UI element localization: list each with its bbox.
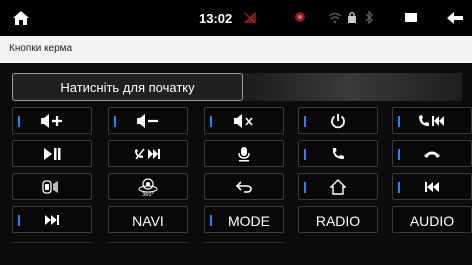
key-camera-360[interactable]: 360° [108, 173, 188, 200]
key-voice[interactable] [204, 140, 284, 167]
key-hangup[interactable] [392, 140, 472, 167]
key-home[interactable] [298, 173, 378, 200]
next-row-edge [204, 242, 284, 245]
home-icon[interactable] [12, 10, 30, 26]
key-indicator [398, 116, 400, 127]
back-arrow-icon[interactable] [446, 10, 464, 26]
next-row-edge [108, 242, 188, 245]
hangup-next-icon [135, 148, 160, 159]
key-volume-up[interactable] [12, 107, 92, 134]
svg-text:360°: 360° [142, 192, 155, 197]
mute-icon [234, 113, 253, 128]
prev-track-icon [425, 181, 439, 192]
key-mode[interactable]: MODE [204, 206, 284, 233]
next-row-edge [12, 242, 92, 245]
key-navi[interactable]: NAVI [108, 206, 188, 233]
no-signal-icon [244, 12, 256, 24]
key-navi-label: NAVI [132, 213, 164, 229]
key-prev-track[interactable] [392, 173, 472, 200]
bluetooth-icon [365, 11, 373, 24]
clock: 13:02 [199, 11, 233, 26]
key-indicator [18, 215, 20, 226]
key-power[interactable] [298, 107, 378, 134]
key-indicator [304, 116, 306, 127]
next-track-icon [45, 214, 59, 225]
home-outline-icon [330, 178, 346, 195]
key-audio[interactable]: AUDIO [392, 206, 472, 233]
window-icon [405, 13, 417, 22]
key-indicator [210, 116, 212, 127]
hangup-icon [424, 151, 440, 158]
key-indicator [304, 149, 306, 160]
call-prev-icon [419, 114, 444, 126]
key-mode-label: MODE [228, 213, 270, 229]
wifi-icon [328, 12, 342, 24]
key-play-pause[interactable] [12, 140, 92, 167]
key-indicator [398, 182, 400, 193]
power-icon [331, 113, 345, 128]
key-car-speaker[interactable] [12, 173, 92, 200]
key-audio-label: AUDIO [409, 213, 455, 229]
page-header: Кнопки керма [0, 36, 472, 63]
mic-icon [238, 146, 250, 161]
key-indicator [398, 149, 400, 160]
volume-down-icon [137, 113, 158, 128]
key-return[interactable] [204, 173, 284, 200]
key-call-prev[interactable] [392, 107, 472, 134]
key-answer[interactable] [298, 140, 378, 167]
gps-icon [295, 12, 305, 22]
phone-icon [332, 147, 344, 159]
page-title: Кнопки керма [9, 43, 73, 54]
status-bar: 13:02 [0, 0, 472, 36]
key-radio-label: RADIO [315, 213, 361, 229]
key-next-track[interactable] [12, 206, 92, 233]
key-indicator [304, 182, 306, 193]
key-mute[interactable] [204, 107, 284, 134]
car-speaker-icon [42, 179, 58, 194]
volume-up-icon [41, 113, 62, 128]
key-volume-down[interactable] [108, 107, 188, 134]
start-button-label: Натисніть для початку [60, 80, 195, 95]
lock-icon [348, 11, 356, 23]
key-indicator [114, 116, 116, 127]
return-icon [236, 180, 252, 193]
key-hangup-next[interactable] [108, 140, 188, 167]
camera-360-icon: 360° [138, 177, 158, 197]
play-pause-icon [44, 147, 61, 160]
key-radio[interactable]: RADIO [298, 206, 378, 233]
key-indicator [210, 215, 212, 226]
key-indicator [18, 116, 20, 127]
start-button[interactable]: Натисніть для початку [12, 73, 243, 101]
